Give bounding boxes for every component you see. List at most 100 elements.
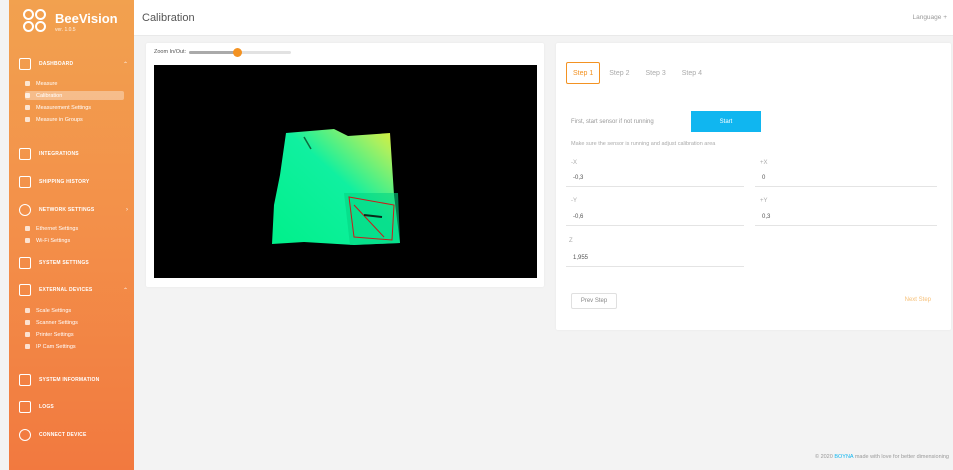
zoom-slider-fill <box>189 50 238 54</box>
sidebar-section-system-information[interactable]: System Information <box>19 372 128 388</box>
settings-icon <box>25 105 30 110</box>
sidebar-section-label: Shipping History <box>39 179 90 185</box>
sensor-hint: First, start sensor if not running <box>571 119 654 125</box>
sidebar-section-label: Integrations <box>39 151 79 157</box>
footer-copyright: © 2020 <box>814 454 833 460</box>
sidebar-section-label: Dashboard <box>39 61 74 67</box>
prev-step-button[interactable]: Prev Step <box>571 293 617 309</box>
point-cloud-image <box>272 129 400 245</box>
app-name: BeeVision <box>55 10 118 26</box>
sidebar-section-external-devices[interactable]: External Devices ⌃ <box>19 282 128 298</box>
sidebar-item-ethernet-settings[interactable]: Ethernet Settings <box>25 224 124 233</box>
sidebar-item-measurement-settings[interactable]: Measurement Settings <box>25 103 124 112</box>
sidebar-item-label: Wi-Fi Settings <box>36 237 71 244</box>
plus-x-input[interactable]: 0 <box>755 170 937 187</box>
zoom-control: Zoom In/Out: <box>154 47 292 57</box>
footer-tagline: made with love for better dimensioning <box>854 454 949 460</box>
calibration-icon <box>25 93 30 98</box>
step-tabs: Step 1 Step 2 Step 3 Step 4 <box>566 62 711 84</box>
plus-x-label: +X <box>760 160 768 166</box>
viewer-card: Zoom In/Out: <box>146 43 544 287</box>
start-sensor-button[interactable]: Start <box>691 111 761 132</box>
printer-icon <box>25 332 30 337</box>
history-icon <box>19 176 31 188</box>
sidebar-section-label: External Devices <box>39 287 93 293</box>
info-icon <box>19 374 31 386</box>
scale-icon <box>25 308 30 313</box>
camera-icon <box>25 344 30 349</box>
sidebar-item-calibration[interactable]: Calibration <box>25 91 124 100</box>
logs-icon <box>19 401 31 413</box>
minus-x-label: -X <box>571 160 577 166</box>
sidebar: BeeVision ver. 1.0.5 Dashboard ⌃ Measure… <box>9 0 134 470</box>
point-cloud-viewer[interactable] <box>154 65 537 278</box>
tab-step-4[interactable]: Step 4 <box>675 62 709 84</box>
plus-y-input[interactable]: 0,3 <box>755 209 937 226</box>
z-input[interactable]: 1,955 <box>566 250 744 267</box>
footer-brand-link[interactable]: BOYNA <box>834 454 853 460</box>
calibration-card: Step 1 Step 2 Step 3 Step 4 First, start… <box>556 43 951 330</box>
chevron-up-icon: ⌃ <box>122 61 128 68</box>
next-step-button[interactable]: Next Step <box>905 297 931 303</box>
network-icon <box>19 204 31 216</box>
z-label: Z <box>569 238 573 244</box>
sidebar-item-scale-settings[interactable]: Scale Settings <box>25 306 124 315</box>
sidebar-section-label: Network Settings <box>39 207 95 213</box>
tab-step-1[interactable]: Step 1 <box>566 62 601 84</box>
minus-y-label: -Y <box>571 198 577 204</box>
sidebar-section-label: System Information <box>39 377 100 383</box>
sidebar-section-integrations[interactable]: Integrations <box>19 146 128 162</box>
sidebar-item-measure-in-groups[interactable]: Measure in Groups <box>25 115 124 124</box>
scanner-icon <box>25 320 30 325</box>
sidebar-item-label: Measure in Groups <box>36 116 83 123</box>
sidebar-item-label: IP Cam Settings <box>36 343 76 350</box>
sidebar-section-label: Connect Device <box>39 432 87 438</box>
sidebar-item-ip-cam-settings[interactable]: IP Cam Settings <box>25 342 124 351</box>
system-settings-icon <box>19 257 31 269</box>
wifi-icon <box>25 238 30 243</box>
groups-icon <box>25 117 30 122</box>
chevron-right-icon: › <box>126 207 128 213</box>
ethernet-icon <box>25 226 30 231</box>
sidebar-item-label: Ethernet Settings <box>36 225 79 232</box>
sidebar-item-label: Scanner Settings <box>36 319 78 326</box>
sidebar-section-dashboard[interactable]: Dashboard ⌃ <box>19 56 128 72</box>
footer: © 2020 BOYNA made with love for better d… <box>815 454 949 460</box>
integrations-icon <box>19 148 31 160</box>
language-selector[interactable]: Language + <box>912 14 947 21</box>
sidebar-section-system-settings[interactable]: System Settings <box>19 255 128 271</box>
sidebar-item-printer-settings[interactable]: Printer Settings <box>25 330 124 339</box>
tab-step-2[interactable]: Step 2 <box>602 62 636 84</box>
sidebar-section-label: Logs <box>39 404 54 410</box>
sidebar-section-connect-device[interactable]: Connect Device <box>19 427 128 443</box>
chevron-up-icon: ⌃ <box>122 287 128 294</box>
page-title: Calibration <box>142 12 195 24</box>
sidebar-item-label: Printer Settings <box>36 331 74 338</box>
beevision-logo-icon <box>23 9 49 35</box>
minus-x-input[interactable]: -0,3 <box>566 170 744 187</box>
sidebar-item-wifi-settings[interactable]: Wi-Fi Settings <box>25 236 124 245</box>
calibration-hint: Make sure the sensor is running and adju… <box>571 141 716 147</box>
measure-icon <box>25 81 30 86</box>
sidebar-item-label: Scale Settings <box>36 307 72 314</box>
brand[interactable]: BeeVision ver. 1.0.5 <box>23 9 118 35</box>
app-version: ver. 1.0.5 <box>55 26 76 33</box>
sidebar-item-scanner-settings[interactable]: Scanner Settings <box>25 318 124 327</box>
dashboard-icon <box>19 58 31 70</box>
zoom-slider[interactable] <box>189 47 292 57</box>
sidebar-section-network-settings[interactable]: Network Settings › <box>19 202 128 218</box>
sidebar-section-logs[interactable]: Logs <box>19 399 128 415</box>
sidebar-item-label: Calibration <box>36 92 63 99</box>
sidebar-section-label: System Settings <box>39 260 89 266</box>
topbar: Calibration Language + <box>134 0 953 36</box>
sidebar-item-label: Measurement Settings <box>36 104 92 111</box>
zoom-slider-handle[interactable] <box>233 47 243 57</box>
tab-step-3[interactable]: Step 3 <box>639 62 673 84</box>
devices-icon <box>19 284 31 296</box>
sidebar-item-measure[interactable]: Measure <box>25 79 124 88</box>
zoom-label: Zoom In/Out: <box>154 49 187 55</box>
minus-y-input[interactable]: -0,6 <box>566 209 744 226</box>
connect-icon <box>19 429 31 441</box>
sidebar-section-shipping-history[interactable]: Shipping History <box>19 174 128 190</box>
plus-y-label: +Y <box>760 198 768 204</box>
